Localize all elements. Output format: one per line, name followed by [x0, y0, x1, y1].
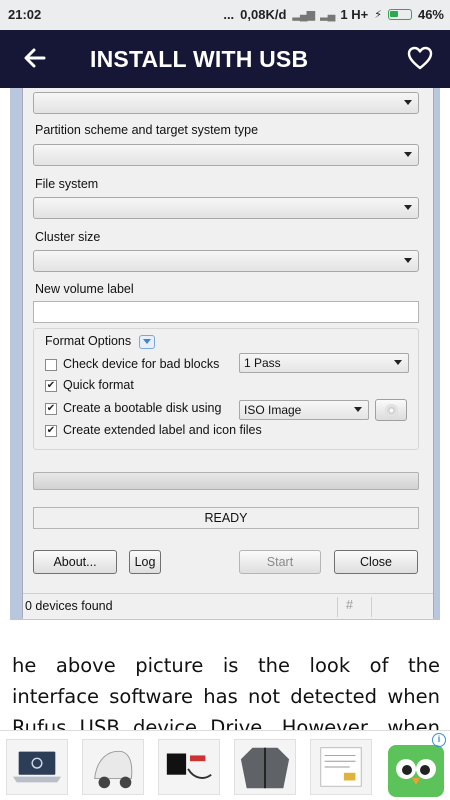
rufus-screenshot: Partition scheme and target system type …	[10, 88, 440, 620]
bootable-label: Create a bootable disk using	[63, 401, 222, 415]
heart-outline-icon[interactable]	[406, 44, 434, 72]
hash-button[interactable]: #	[346, 598, 353, 612]
chevron-down-icon	[354, 407, 362, 412]
volume-label-input[interactable]	[33, 301, 419, 323]
about-button[interactable]: About...	[33, 550, 117, 574]
network-speed: 0,08K/d	[240, 7, 287, 22]
app-bar: INSTALL WITH USB	[0, 30, 450, 88]
boot-type-select[interactable]: ISO Image	[239, 400, 369, 420]
volume-label-label: New volume label	[35, 282, 134, 296]
status-indicators: ... 0,08K/d ▂▄▆ ▂▄ 1 H+ ⚡ 46%	[223, 7, 444, 22]
charging-icon: ⚡	[374, 9, 382, 21]
sim-network-type: 1 H+	[340, 7, 369, 22]
bootable-checkbox[interactable]: ✔	[45, 403, 57, 415]
passes-select[interactable]: 1 Pass	[239, 353, 409, 373]
ad-scooter-image[interactable]	[82, 739, 144, 795]
partition-select[interactable]	[33, 144, 419, 166]
file-system-select[interactable]	[33, 197, 419, 219]
status-separator	[371, 597, 372, 617]
arrow-left-icon[interactable]	[20, 43, 50, 73]
battery-icon	[387, 9, 412, 20]
extended-label-label: Create extended label and icon files	[63, 423, 262, 437]
devices-found-text: 0 devices found	[25, 599, 113, 613]
window-status-bar: 0 devices found #	[23, 593, 433, 619]
partition-label: Partition scheme and target system type	[35, 123, 259, 137]
ad-owl-app-image[interactable]	[388, 745, 444, 797]
start-button[interactable]: Start	[239, 550, 321, 574]
status-bar: 21:02 ... 0,08K/d ▂▄▆ ▂▄ 1 H+ ⚡ 46%	[0, 0, 450, 30]
device-select[interactable]	[33, 92, 419, 114]
article-line: interface software has not detected when	[12, 685, 440, 708]
progress-bar	[33, 472, 419, 490]
article-line: he above picture is the look of the	[12, 654, 440, 677]
chevron-down-icon	[404, 205, 412, 210]
chevron-down-icon	[404, 258, 412, 263]
ad-electronics-image[interactable]	[158, 739, 220, 795]
select-iso-button[interactable]	[375, 399, 407, 421]
status-dots: ...	[223, 7, 235, 22]
status-field: READY	[33, 507, 419, 529]
close-button[interactable]: Close	[334, 550, 418, 574]
chevron-down-icon	[394, 360, 402, 365]
signal-2-icon: ▂▄	[320, 9, 335, 21]
quick-format-checkbox[interactable]: ✔	[45, 380, 57, 392]
signal-icon: ▂▄▆	[292, 9, 315, 21]
scooter-icon	[94, 750, 133, 789]
check-bad-blocks-checkbox[interactable]	[45, 359, 57, 371]
status-separator	[337, 597, 338, 617]
file-system-label: File system	[35, 177, 99, 191]
check-bad-blocks-label: Check device for bad blocks	[63, 357, 220, 371]
battery-percent: 46%	[417, 7, 444, 22]
cluster-size-label: Cluster size	[35, 230, 101, 244]
page-title: INSTALL WITH USB	[90, 46, 309, 72]
chevron-down-icon	[404, 152, 412, 157]
disc-icon	[385, 404, 398, 417]
quick-format-label: Quick format	[63, 378, 134, 392]
ad-document-image[interactable]	[310, 739, 372, 795]
expand-toggle-icon[interactable]	[139, 335, 155, 349]
rufus-window: Partition scheme and target system type …	[22, 88, 434, 619]
ad-banner[interactable]: i	[0, 730, 450, 800]
chevron-down-icon	[404, 100, 412, 105]
passes-value: 1 Pass	[244, 356, 281, 370]
document-icon	[320, 747, 362, 787]
extended-label-checkbox[interactable]: ✔	[45, 425, 57, 437]
owl-icon	[396, 759, 436, 785]
laptop-icon	[12, 751, 62, 783]
format-options-title: Format Options	[43, 334, 134, 348]
ad-jacket-image[interactable]	[234, 739, 296, 795]
adchoices-icon[interactable]: i	[432, 733, 446, 747]
boot-type-value: ISO Image	[244, 403, 302, 417]
jacket-icon	[240, 747, 290, 789]
ad-laptop-image[interactable]	[6, 739, 68, 795]
cluster-size-select[interactable]	[33, 250, 419, 272]
status-time: 21:02	[8, 7, 42, 22]
log-button[interactable]: Log	[129, 550, 161, 574]
electronics-icon	[166, 753, 212, 779]
